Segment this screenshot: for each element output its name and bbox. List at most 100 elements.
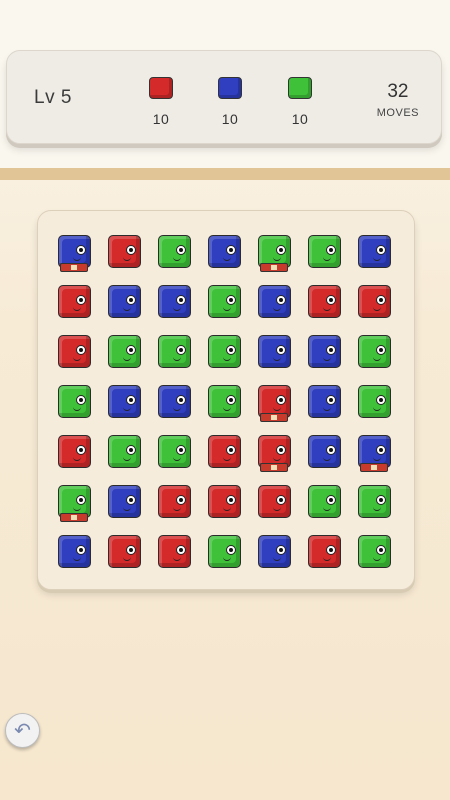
cube-red[interactable] xyxy=(308,535,341,568)
cube-blue[interactable] xyxy=(108,485,141,518)
cube-eye xyxy=(376,395,386,405)
cube-green[interactable] xyxy=(108,435,141,468)
cube-green[interactable] xyxy=(158,435,191,468)
cube-mouth xyxy=(223,357,231,361)
cube-red[interactable] xyxy=(358,285,391,318)
cube-green[interactable] xyxy=(208,535,241,568)
cube-red[interactable] xyxy=(258,485,291,518)
cube-mouth xyxy=(223,307,231,311)
cube-blue[interactable] xyxy=(308,335,341,368)
cube-green[interactable] xyxy=(158,235,191,268)
cube-eye xyxy=(76,545,86,555)
cube-red[interactable] xyxy=(108,235,141,268)
cube-red[interactable] xyxy=(58,435,91,468)
cube-eye xyxy=(76,445,86,455)
cube-mouth xyxy=(173,407,181,411)
cube-eye xyxy=(376,445,386,455)
cube-eye xyxy=(76,295,86,305)
cube-eye xyxy=(126,395,136,405)
cube-green[interactable] xyxy=(158,335,191,368)
cube-red[interactable] xyxy=(208,485,241,518)
cube-green[interactable] xyxy=(358,535,391,568)
bomb-icon xyxy=(60,513,88,522)
cube-blue[interactable] xyxy=(158,385,191,418)
cube-red[interactable] xyxy=(208,435,241,468)
cube-green[interactable] xyxy=(308,485,341,518)
cube-green[interactable] xyxy=(208,285,241,318)
game-board xyxy=(37,210,415,590)
cube-eye xyxy=(176,495,186,505)
cube-blue[interactable] xyxy=(208,235,241,268)
cube-eye xyxy=(276,445,286,455)
cube-eye xyxy=(126,495,136,505)
cube-red[interactable] xyxy=(108,535,141,568)
cube-blue[interactable] xyxy=(158,285,191,318)
bomb-icon xyxy=(260,463,288,472)
cube-green[interactable] xyxy=(208,335,241,368)
cube-eye xyxy=(126,295,136,305)
blue-cube-icon xyxy=(218,77,242,99)
cube-blue[interactable] xyxy=(58,535,91,568)
cube-red[interactable] xyxy=(158,535,191,568)
cube-mouth xyxy=(123,457,131,461)
cube-green[interactable] xyxy=(58,385,91,418)
cube-eye xyxy=(76,395,86,405)
cube-eye xyxy=(226,245,236,255)
cube-blue[interactable] xyxy=(108,385,141,418)
cube-blue[interactable] xyxy=(258,535,291,568)
cube-eye xyxy=(76,245,86,255)
cube-green[interactable] xyxy=(108,335,141,368)
cube-red[interactable] xyxy=(158,485,191,518)
cube-mouth xyxy=(123,257,131,261)
cube-blue[interactable] xyxy=(308,385,341,418)
cube-mouth xyxy=(223,507,231,511)
cube-eye xyxy=(76,345,86,355)
cube-mouth xyxy=(73,307,81,311)
cube-eye xyxy=(326,545,336,555)
cube-blue[interactable] xyxy=(308,435,341,468)
cube-red[interactable] xyxy=(58,335,91,368)
cube-green[interactable] xyxy=(358,485,391,518)
cube-mouth xyxy=(373,257,381,261)
cube-eye xyxy=(376,495,386,505)
cube-eye xyxy=(376,245,386,255)
cube-mouth xyxy=(273,257,281,261)
cube-eye xyxy=(376,545,386,555)
cube-mouth xyxy=(73,507,81,511)
cube-eye xyxy=(326,295,336,305)
cube-mouth xyxy=(323,557,331,561)
goal-blue: 10 xyxy=(210,77,250,127)
bomb-icon xyxy=(260,413,288,422)
cube-green[interactable] xyxy=(308,235,341,268)
cube-mouth xyxy=(373,557,381,561)
cube-blue[interactable] xyxy=(258,335,291,368)
red-cube-icon xyxy=(149,77,173,99)
undo-button[interactable]: ↶ xyxy=(5,713,40,748)
cube-mouth xyxy=(273,357,281,361)
cube-blue[interactable] xyxy=(108,285,141,318)
cube-green[interactable] xyxy=(358,385,391,418)
cube-eye xyxy=(276,495,286,505)
cube-eye xyxy=(126,445,136,455)
cube-eye xyxy=(226,295,236,305)
cube-eye xyxy=(76,495,86,505)
cube-green[interactable] xyxy=(358,335,391,368)
cube-eye xyxy=(276,545,286,555)
cube-mouth xyxy=(73,557,81,561)
cube-blue[interactable] xyxy=(258,285,291,318)
cube-eye xyxy=(276,245,286,255)
cube-blue[interactable] xyxy=(358,235,391,268)
cube-eye xyxy=(326,495,336,505)
cube-mouth xyxy=(373,457,381,461)
cube-red[interactable] xyxy=(308,285,341,318)
cube-mouth xyxy=(323,407,331,411)
cube-eye xyxy=(326,445,336,455)
cube-eye xyxy=(176,445,186,455)
moves-counter: 32 MOVES xyxy=(377,81,419,119)
cube-eye xyxy=(126,245,136,255)
cube-red[interactable] xyxy=(58,285,91,318)
cube-mouth xyxy=(273,557,281,561)
cube-green[interactable] xyxy=(208,385,241,418)
cube-eye xyxy=(276,395,286,405)
cube-mouth xyxy=(273,407,281,411)
